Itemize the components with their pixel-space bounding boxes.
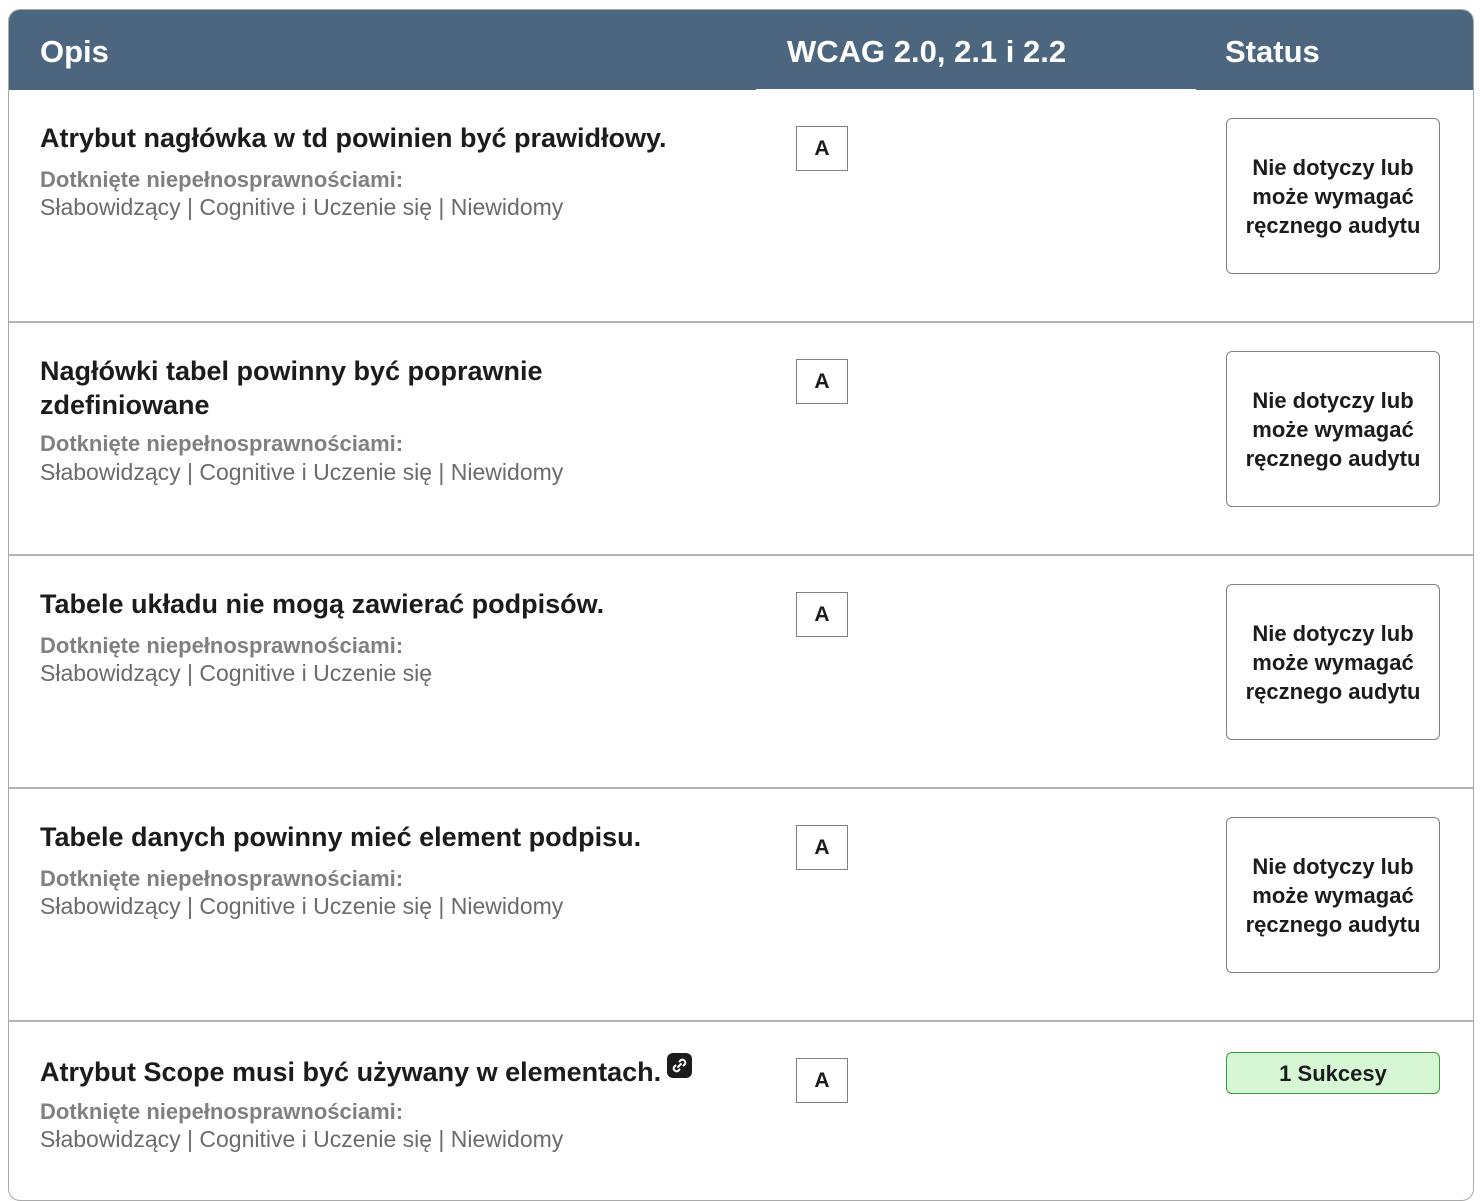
affected-label: Dotknięte niepełnosprawnościami: xyxy=(40,866,404,891)
affected-label: Dotknięte niepełnosprawnościami: xyxy=(40,1099,404,1124)
wcag-level-badge: A xyxy=(796,359,848,404)
column-header-opis: Opis xyxy=(40,34,109,69)
wcag-level-badge: A xyxy=(796,126,848,171)
affected-value: Słabowidzący | Cognitive i Uczenie się xyxy=(40,660,433,686)
table-row: Tabele danych powinny mieć element podpi… xyxy=(9,789,1473,1022)
status-badge: Nie dotyczy lub może wymagać ręcznego au… xyxy=(1226,584,1440,740)
rule-title: Atrybut nagłówka w td powinien być prawi… xyxy=(40,123,667,153)
wcag-level-badge: A xyxy=(796,1058,848,1103)
affected-value: Słabowidzący | Cognitive i Uczenie się |… xyxy=(40,1126,564,1152)
table-row: Atrybut Scope musi być używany w element… xyxy=(9,1022,1473,1200)
rule-title: Tabele danych powinny mieć element podpi… xyxy=(40,822,642,852)
rule-title-wrapper: Atrybut Scope musi być używany w element… xyxy=(40,1053,760,1089)
status-badge: Nie dotyczy lub może wymagać ręcznego au… xyxy=(1226,817,1440,973)
rule-title: Atrybut Scope musi być używany w element… xyxy=(40,1057,662,1087)
results-table: Opis WCAG 2.0, 2.1 i 2.2 Status Atrybut … xyxy=(8,9,1474,1201)
table-row: Nagłówki tabel powinny być poprawnie zde… xyxy=(9,323,1473,556)
status-badge-success: 1 Sukcesy xyxy=(1226,1052,1440,1094)
table-row: Tabele układu nie mogą zawierać podpisów… xyxy=(9,556,1473,789)
column-header-wcag: WCAG 2.0, 2.1 i 2.2 xyxy=(787,34,1067,69)
affected-label: Dotknięte niepełnosprawnościami: xyxy=(40,167,404,192)
column-header-status: Status xyxy=(1225,34,1320,69)
wcag-level-badge: A xyxy=(796,592,848,637)
affected-value: Słabowidzący | Cognitive i Uczenie się |… xyxy=(40,459,564,485)
affected-value: Słabowidzący | Cognitive i Uczenie się |… xyxy=(40,893,564,919)
rule-title: Tabele układu nie mogą zawierać podpisów… xyxy=(40,589,605,619)
table-row: Atrybut nagłówka w td powinien być prawi… xyxy=(9,90,1473,323)
affected-label: Dotknięte niepełnosprawnościami: xyxy=(40,633,404,658)
status-badge: Nie dotyczy lub może wymagać ręcznego au… xyxy=(1226,351,1440,507)
link-icon[interactable] xyxy=(667,1053,693,1078)
table-header: Opis WCAG 2.0, 2.1 i 2.2 Status xyxy=(9,10,1473,91)
affected-label: Dotknięte niepełnosprawnościami: xyxy=(40,431,404,456)
status-badge: Nie dotyczy lub może wymagać ręcznego au… xyxy=(1226,118,1440,274)
affected-value: Słabowidzący | Cognitive i Uczenie się |… xyxy=(40,194,564,220)
rule-title: Nagłówki tabel powinny być poprawnie zde… xyxy=(40,356,543,420)
wcag-level-badge: A xyxy=(796,825,848,870)
